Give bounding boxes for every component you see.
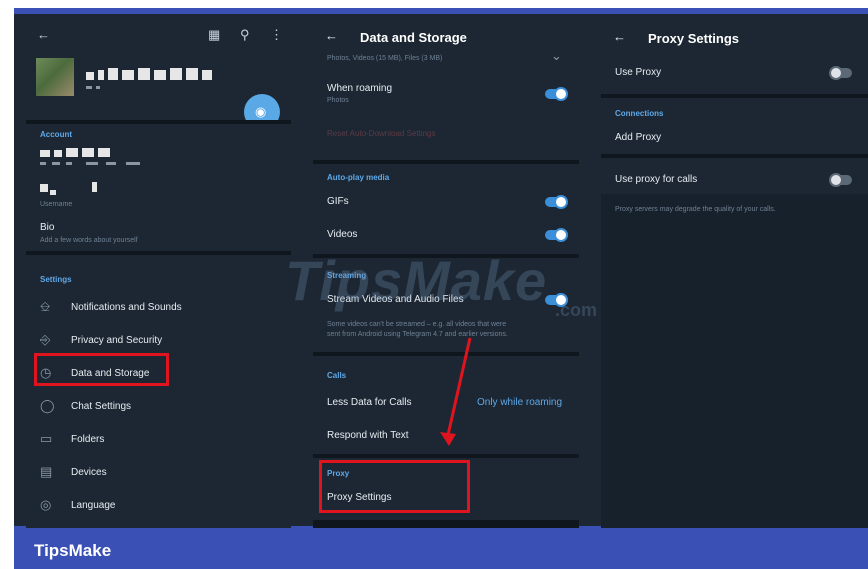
watermark-suffix: .com: [555, 300, 598, 320]
watermark: TipsMake: [285, 249, 548, 312]
screenshot-frame: ← ▦ ⚲ ⋮ ◉ Account Username Bio Add a few…: [0, 0, 868, 569]
footer-brand: TipsMake: [34, 541, 112, 560]
footer-bar: TipsMake: [14, 530, 868, 569]
